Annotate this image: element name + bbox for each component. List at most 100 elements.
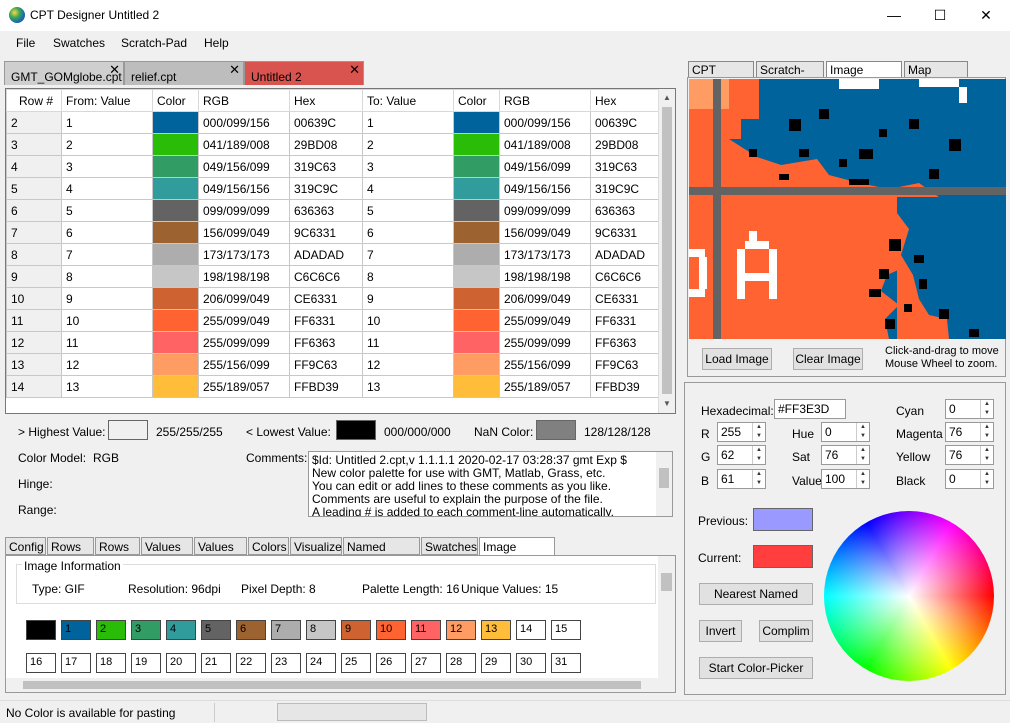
- color-swatch[interactable]: [454, 134, 499, 155]
- rgb-cell[interactable]: 041/189/008: [198, 133, 290, 156]
- maximize-button[interactable]: ☐: [917, 0, 963, 31]
- spin-arrows-icon[interactable]: ▲ ▼: [980, 470, 993, 488]
- table-row[interactable]: 14 13 255/189/057 FFBD39 13 255/189/057 FFBD39: [6, 375, 661, 398]
- color-cell[interactable]: [453, 155, 500, 178]
- spin-arrows-icon[interactable]: ▲ ▼: [752, 423, 765, 441]
- to-cell[interactable]: 7: [362, 243, 454, 266]
- palette-swatch[interactable]: 27: [411, 653, 441, 673]
- palette-horizontal-scrollbar[interactable]: [6, 678, 658, 692]
- table-row[interactable]: 9 8 198/198/198 C6C6C6 8 198/198/198 C6C6C6: [6, 265, 661, 288]
- palette-swatch[interactable]: 28: [446, 653, 476, 673]
- from-cell[interactable]: 2: [61, 133, 153, 156]
- color-cell[interactable]: [453, 331, 500, 354]
- hex-cell[interactable]: 29BD08: [289, 133, 363, 156]
- rgb-cell[interactable]: 000/099/156: [198, 111, 290, 134]
- complim-button[interactable]: Complim: [759, 620, 813, 642]
- hex-cell[interactable]: 319C9C: [289, 177, 363, 200]
- spin-arrows-icon[interactable]: ▲ ▼: [856, 423, 869, 441]
- bottom-tab[interactable]: Colors: [248, 537, 289, 555]
- from-cell[interactable]: 5: [61, 199, 153, 222]
- row-cell[interactable]: 4: [6, 155, 62, 178]
- palette-scrollbar[interactable]: [658, 556, 675, 692]
- spin-arrows-icon[interactable]: ▲ ▼: [980, 423, 993, 441]
- menu-swatches[interactable]: Swatches: [53, 36, 105, 50]
- color-table-grid[interactable]: Row # From: Value Color RGB Hex To: Value Colo…: [5, 88, 676, 414]
- color-cell[interactable]: [152, 353, 199, 376]
- comments-scroll-thumb[interactable]: [659, 468, 669, 488]
- to-cell[interactable]: 4: [362, 177, 454, 200]
- color-swatch[interactable]: [153, 134, 198, 155]
- color-cell[interactable]: [453, 243, 500, 266]
- g-spinner[interactable]: 62 ▲ ▼: [717, 445, 766, 465]
- from-cell[interactable]: 10: [61, 309, 153, 332]
- palette-swatch[interactable]: 21: [201, 653, 231, 673]
- row-cell[interactable]: 14: [6, 375, 62, 398]
- bottom-tab[interactable]: Named Colors: [343, 537, 420, 568]
- hex2-cell[interactable]: 319C63: [590, 155, 661, 178]
- hex-cell[interactable]: FF6331: [289, 309, 363, 332]
- nearest-named-button[interactable]: Nearest Named: [699, 583, 813, 605]
- spin-arrows-icon[interactable]: ▲ ▼: [752, 446, 765, 464]
- color-cell[interactable]: [152, 133, 199, 156]
- bottom-tab[interactable]: Config: [5, 537, 46, 555]
- to-cell[interactable]: 13: [362, 375, 454, 398]
- hex2-cell[interactable]: ADADAD: [590, 243, 661, 266]
- color-swatch[interactable]: [153, 112, 198, 133]
- color-cell[interactable]: [453, 265, 500, 288]
- color-swatch[interactable]: [153, 376, 198, 397]
- table-row[interactable]: 13 12 255/156/099 FF9C63 12 255/156/099 FF9C63: [6, 353, 661, 376]
- palette-swatch[interactable]: 9: [341, 620, 371, 640]
- bottom-tab[interactable]: Rows 2: [95, 537, 140, 568]
- color-cell[interactable]: [453, 287, 500, 310]
- palette-swatch[interactable]: 18: [96, 653, 126, 673]
- rgb2-cell[interactable]: 255/099/049: [499, 309, 591, 332]
- row-cell[interactable]: 12: [6, 331, 62, 354]
- rgb-cell[interactable]: 206/099/049: [198, 287, 290, 310]
- hex-cell[interactable]: 319C63: [289, 155, 363, 178]
- hex2-cell[interactable]: C6C6C6: [590, 265, 661, 288]
- rgb2-cell[interactable]: 156/099/049: [499, 221, 591, 244]
- rgb2-cell[interactable]: 173/173/173: [499, 243, 591, 266]
- hex-cell[interactable]: C6C6C6: [289, 265, 363, 288]
- table-row[interactable]: 7 6 156/099/049 9C6331 6 156/099/049 9C6331: [6, 221, 661, 244]
- close-tab-icon[interactable]: ✕: [109, 62, 120, 78]
- hex-cell[interactable]: FFBD39: [289, 375, 363, 398]
- palette-swatch[interactable]: 7: [271, 620, 301, 640]
- rgb2-cell[interactable]: 049/156/156: [499, 177, 591, 200]
- color-cell[interactable]: [152, 177, 199, 200]
- color-cell[interactable]: [152, 221, 199, 244]
- hex2-cell[interactable]: FFBD39: [590, 375, 661, 398]
- rgb2-cell[interactable]: 000/099/156: [499, 111, 591, 134]
- spin-arrows-icon[interactable]: ▲ ▼: [752, 470, 765, 488]
- color-swatch[interactable]: [454, 310, 499, 331]
- palette-swatch[interactable]: 25: [341, 653, 371, 673]
- palette-swatch[interactable]: 13: [481, 620, 511, 640]
- scroll-down-icon[interactable]: ▼: [663, 399, 671, 408]
- hex2-cell[interactable]: FF6363: [590, 331, 661, 354]
- palette-swatch[interactable]: 16: [26, 653, 56, 673]
- color-cell[interactable]: [453, 111, 500, 134]
- color-cell[interactable]: [453, 375, 500, 398]
- spin-arrows-icon[interactable]: ▲ ▼: [980, 400, 993, 418]
- spin-arrows-icon[interactable]: ▲ ▼: [856, 470, 869, 488]
- color-cell[interactable]: [152, 199, 199, 222]
- bottom-tab[interactable]: Rows 1: [47, 537, 94, 568]
- rgb-cell[interactable]: 173/173/173: [198, 243, 290, 266]
- hex-cell[interactable]: 9C6331: [289, 221, 363, 244]
- color-swatch[interactable]: [454, 222, 499, 243]
- to-cell[interactable]: 6: [362, 221, 454, 244]
- palette-swatch[interactable]: 30: [516, 653, 546, 673]
- rgb2-cell[interactable]: 255/189/057: [499, 375, 591, 398]
- color-swatch[interactable]: [153, 178, 198, 199]
- hex2-cell[interactable]: 319C9C: [590, 177, 661, 200]
- color-cell[interactable]: [152, 155, 199, 178]
- color-cell[interactable]: [152, 309, 199, 332]
- rgb2-cell[interactable]: 198/198/198: [499, 265, 591, 288]
- viewer-tab[interactable]: Scratch-Pad: [756, 61, 824, 91]
- lowest-value-swatch[interactable]: [336, 420, 376, 440]
- close-tab-icon[interactable]: ✕: [349, 62, 360, 78]
- row-cell[interactable]: 5: [6, 177, 62, 200]
- hex-cell[interactable]: ADADAD: [289, 243, 363, 266]
- minimize-button[interactable]: —: [871, 0, 917, 31]
- viewer-tab[interactable]: Image Viewer: [826, 61, 902, 91]
